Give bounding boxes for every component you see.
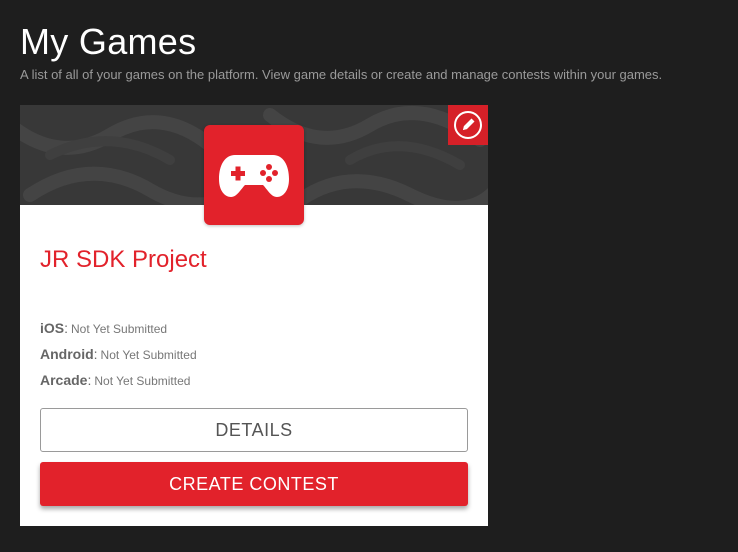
platform-list: iOS: Not Yet Submitted Android: Not Yet Su… <box>40 315 197 393</box>
page-title: My Games <box>20 21 197 62</box>
game-icon <box>204 125 304 225</box>
platform-separator: : <box>87 372 92 388</box>
platform-status: Not Yet Submitted <box>100 348 197 362</box>
game-card: JR SDK Project iOS: Not Yet Submitted And… <box>20 105 488 526</box>
platform-status: Not Yet Submitted <box>71 322 168 336</box>
page-subtitle: A list of all of your games on the platf… <box>20 67 663 82</box>
platform-separator: : <box>93 346 98 362</box>
platform-status: Not Yet Submitted <box>94 374 191 388</box>
game-title[interactable]: JR SDK Project <box>40 245 207 275</box>
edit-game-button[interactable] <box>448 105 488 145</box>
platform-name: iOS <box>40 320 65 336</box>
platform-row-android: Android: Not Yet Submitted <box>40 341 197 367</box>
platform-name: Arcade <box>40 372 88 388</box>
platform-name: Android <box>40 346 94 362</box>
gamepad-icon <box>219 155 289 197</box>
details-button[interactable]: DETAILS <box>40 408 468 452</box>
platform-separator: : <box>64 320 69 336</box>
pencil-icon <box>454 111 482 139</box>
create-contest-button[interactable]: CREATE CONTEST <box>40 462 468 506</box>
platform-row-ios: iOS: Not Yet Submitted <box>40 315 197 341</box>
platform-row-arcade: Arcade: Not Yet Submitted <box>40 367 197 393</box>
